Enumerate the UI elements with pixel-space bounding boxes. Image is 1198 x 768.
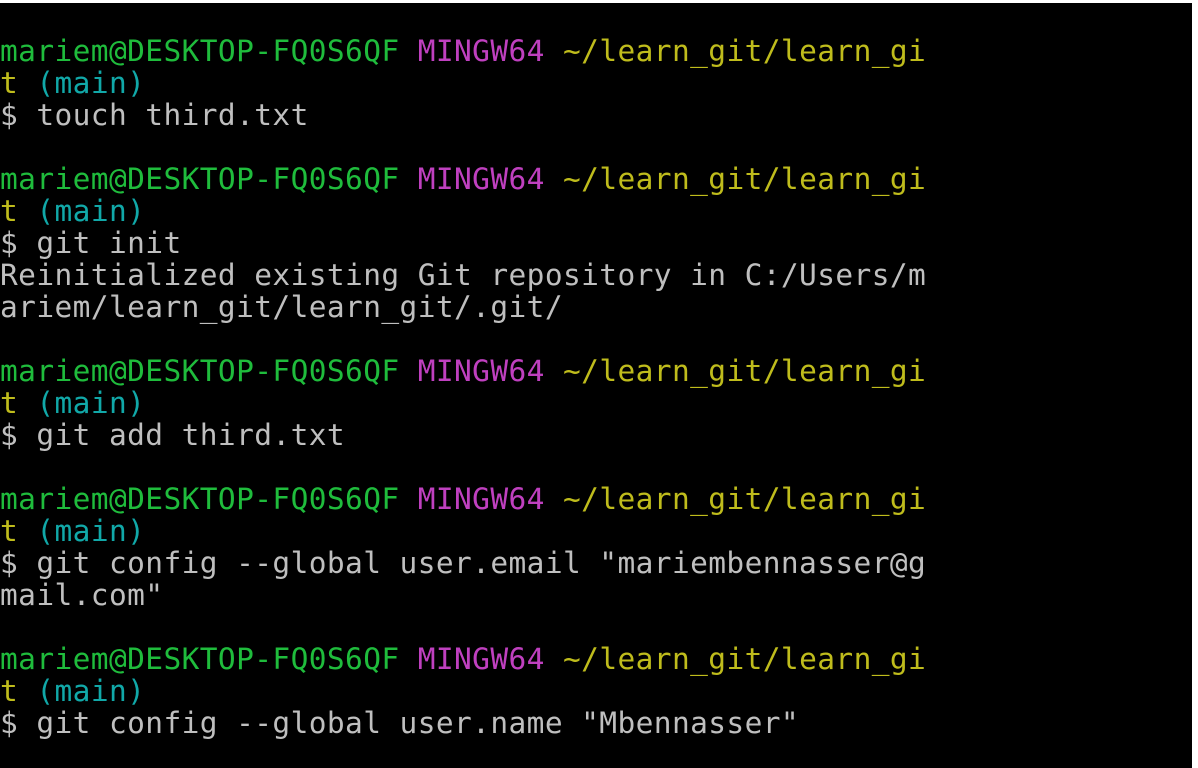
prompt-line-wrap: t (main) — [0, 515, 145, 547]
output-line: Reinitialized existing Git repository in… — [0, 258, 927, 292]
prompt-path-wrap: t — [0, 194, 19, 228]
prompt-path-wrap: t — [0, 674, 19, 708]
command-line: $ git config --global user.email "mariem… — [0, 546, 927, 580]
prompt-branch: (main) — [36, 194, 146, 228]
prompt-path: ~/learn_git/learn_gi — [563, 34, 927, 68]
prompt-line-wrap: t (main) — [0, 387, 145, 419]
prompt-path-wrap: t — [0, 514, 19, 548]
prompt-system: MINGW64 — [417, 162, 545, 196]
output-line: ariem/learn_git/learn_git/.git/ — [0, 290, 563, 324]
prompt-line-wrap: t (main) — [0, 67, 145, 99]
prompt-line-wrap: t (main) — [0, 195, 145, 227]
command-line-wrap: mail.com" — [0, 578, 164, 612]
prompt-branch: (main) — [36, 386, 146, 420]
terminal-window[interactable]: mariem@DESKTOP-FQ0S6QF MINGW64 ~/learn_g… — [0, 3, 1198, 768]
prompt-user-host: mariem@DESKTOP-FQ0S6QF — [0, 162, 400, 196]
command-line: $ touch third.txt — [0, 98, 309, 132]
prompt-user-host: mariem@DESKTOP-FQ0S6QF — [0, 34, 400, 68]
prompt-path-wrap: t — [0, 386, 19, 420]
prompt-line: mariem@DESKTOP-FQ0S6QF MINGW64 ~/learn_g… — [0, 643, 926, 675]
command-line: $ git config --global user.name "Mbennas… — [0, 706, 800, 740]
prompt-system: MINGW64 — [417, 642, 545, 676]
prompt-branch: (main) — [36, 514, 146, 548]
prompt-path: ~/learn_git/learn_gi — [563, 642, 927, 676]
prompt-line: mariem@DESKTOP-FQ0S6QF MINGW64 ~/learn_g… — [0, 483, 926, 515]
prompt-line-wrap: t (main) — [0, 675, 145, 707]
prompt-line: mariem@DESKTOP-FQ0S6QF MINGW64 ~/learn_g… — [0, 355, 926, 387]
command-line: $ git add third.txt — [0, 418, 346, 452]
prompt-system: MINGW64 — [417, 482, 545, 516]
prompt-path-wrap: t — [0, 66, 19, 100]
window-edge — [1192, 3, 1198, 768]
command-line: $ git init — [0, 226, 182, 260]
prompt-user-host: mariem@DESKTOP-FQ0S6QF — [0, 354, 400, 388]
prompt-system: MINGW64 — [417, 354, 545, 388]
prompt-line: mariem@DESKTOP-FQ0S6QF MINGW64 ~/learn_g… — [0, 35, 926, 67]
prompt-system: MINGW64 — [417, 34, 545, 68]
prompt-path: ~/learn_git/learn_gi — [563, 354, 927, 388]
prompt-user-host: mariem@DESKTOP-FQ0S6QF — [0, 482, 400, 516]
prompt-branch: (main) — [36, 66, 146, 100]
prompt-path: ~/learn_git/learn_gi — [563, 162, 927, 196]
prompt-path: ~/learn_git/learn_gi — [563, 482, 927, 516]
prompt-user-host: mariem@DESKTOP-FQ0S6QF — [0, 642, 400, 676]
prompt-branch: (main) — [36, 674, 146, 708]
prompt-line: mariem@DESKTOP-FQ0S6QF MINGW64 ~/learn_g… — [0, 163, 926, 195]
